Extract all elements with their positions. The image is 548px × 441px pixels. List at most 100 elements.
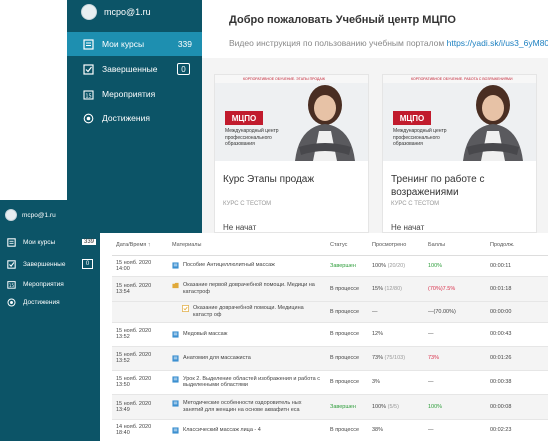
back-sidebar: mcpo@1.ru Мои курсы 339 Завершенные 0 15	[67, 0, 202, 233]
calendar-icon: 15	[7, 280, 16, 289]
doc-icon	[172, 400, 179, 407]
doc-icon	[172, 426, 179, 434]
check-doc-icon	[182, 305, 189, 312]
score-cell: —	[424, 370, 486, 395]
doc-icon	[172, 375, 179, 383]
course-count: 339	[81, 239, 96, 245]
table-row[interactable]: 15 нояб. 2020 13:50 Урок 2. Выделение обл…	[112, 370, 548, 395]
completed-badge: 0	[82, 259, 93, 269]
calendar-icon: 15	[82, 88, 94, 100]
score-cell: 100%	[424, 394, 486, 420]
sidebar-item-label: Достижения	[102, 113, 150, 123]
sidebar-item-my-courses[interactable]: Мои курсы 339	[0, 234, 100, 250]
material-title[interactable]: Медовый массаж	[183, 331, 227, 338]
column-header-materials[interactable]: Материалы	[168, 235, 326, 256]
avatar[interactable]	[5, 209, 17, 221]
viewed-value: 15%	[372, 285, 384, 292]
status-cell: В процессе	[326, 276, 368, 302]
score-cell: (70%)7.5%	[424, 276, 486, 302]
duration-cell: 00:00:38	[486, 370, 548, 395]
material-title[interactable]: Методические особенности оздоровитель ны…	[183, 400, 322, 413]
material-title[interactable]: Оказание доврачебной помощи. Медицина ка…	[193, 305, 322, 318]
viewed-extra: (5/5)	[387, 403, 399, 410]
row-time: 13:52	[116, 358, 130, 364]
viewed-value: 3%	[368, 370, 424, 395]
sidebar-item-label: Достижения	[23, 298, 60, 306]
checkbox-icon	[82, 63, 94, 75]
sidebar-item-achievements[interactable]: Достижения	[67, 106, 202, 130]
sidebar-item-label: Мои курсы	[102, 39, 145, 49]
material-title[interactable]: Урок 2. Выделение областей изображения и…	[183, 376, 322, 389]
doc-icon	[172, 330, 179, 338]
logo-caption: Международный центр профессионального об…	[393, 128, 447, 147]
award-icon	[7, 297, 16, 307]
sidebar-item-label: Мероприятия	[102, 89, 156, 99]
score-cell: 100%	[424, 255, 486, 277]
course-image: КОРПОРАТИВНОЕ ОБУЧЕНИЕ. РАБОТА С ВОЗРАЖЕ…	[383, 75, 536, 161]
sidebar-item-events[interactable]: 15 Мероприятия	[0, 276, 100, 292]
status-cell: В процессе	[326, 419, 368, 441]
book-icon	[82, 38, 94, 50]
table-row[interactable]: 15 нояб. 2020 13:49 Методические особенно…	[112, 394, 548, 420]
table-row[interactable]: 14 нояб. 2020 18:40 Классический массаж л…	[112, 419, 548, 441]
viewed-value: 100%	[372, 403, 387, 410]
front-user[interactable]: mcpo@1.ru	[5, 209, 56, 221]
user-email: mcpo@1.ru	[104, 7, 151, 17]
sidebar-item-label: Завершенные	[102, 64, 158, 74]
table-row-subitem[interactable]: Оказание доврачебной помощи. Медицина ка…	[112, 301, 548, 323]
row-time: 14:00	[116, 265, 130, 272]
table-row[interactable]: 15 нояб. 2020 13:52 Медовый массаж В проц…	[112, 322, 548, 347]
column-header-status[interactable]: Статус	[326, 235, 368, 256]
viewed-value: 38%	[368, 419, 424, 441]
duration-cell: 00:01:26	[486, 346, 548, 371]
avatar[interactable]	[81, 4, 97, 20]
duration-cell: 00:02:23	[486, 419, 548, 441]
column-header-viewed[interactable]: Просмотрено	[368, 235, 424, 256]
sidebar-item-events[interactable]: 15 Мероприятия	[67, 82, 202, 106]
score-cell: 73%	[424, 346, 486, 371]
back-user[interactable]: mcpo@1.ru	[81, 2, 151, 22]
sidebar-item-label: Мои курсы	[23, 238, 56, 246]
course-image: КОРПОРАТИВНОЕ ОБУЧЕНИЕ. ЭТАПЫ ПРОДАЖ МЦП…	[215, 75, 368, 161]
score-cell: —	[424, 419, 486, 441]
completed-badge: 0	[177, 63, 190, 75]
duration-cell: 00:01:18	[486, 276, 548, 302]
column-header-date[interactable]: Дата/Время ↑	[112, 235, 168, 256]
row-time: 13:52	[116, 334, 130, 340]
row-time: 13:50	[116, 382, 130, 388]
status-cell: В процессе	[326, 346, 368, 371]
course-title[interactable]: Курс Этапы продаж	[223, 173, 360, 201]
video-instruction-text: Видео инструкция по пользованию учебным …	[229, 38, 445, 48]
material-title[interactable]: Пособие Антицеллюлитный массаж	[183, 262, 275, 269]
book-icon	[7, 237, 16, 247]
table-row[interactable]: 15 нояб. 2020 13:52 Анатомия для массажис…	[112, 346, 548, 371]
row-time: 18:40	[116, 430, 130, 436]
column-header-duration[interactable]: Продолж.	[486, 235, 548, 256]
row-time: 13:49	[116, 406, 130, 413]
folder-icon	[172, 282, 179, 289]
mcpo-logo: МЦПО	[225, 111, 263, 125]
score-cell: —	[424, 322, 486, 347]
course-count: 339	[177, 39, 192, 49]
material-title[interactable]: Классический массаж лица - 4	[183, 427, 261, 434]
material-title[interactable]: Оказание первой доврачебной помощи. Меди…	[183, 282, 322, 295]
material-title[interactable]: Анатомия для массажиста	[183, 355, 251, 362]
row-time: 13:54	[116, 288, 130, 295]
sidebar-item-achievements[interactable]: Достижения	[0, 294, 100, 310]
front-sidebar: mcpo@1.ru Мои курсы 339 Завершенные 0 15	[0, 200, 100, 441]
status-cell: Завершен	[326, 255, 368, 277]
sidebar-item-completed[interactable]: Завершенные 0	[67, 57, 202, 81]
checkbox-icon	[7, 259, 16, 269]
sidebar-item-label: Завершенные	[23, 260, 66, 268]
logo-caption: Международный центр профессионального об…	[225, 128, 279, 147]
column-header-score[interactable]: Баллы	[424, 235, 486, 256]
course-title[interactable]: Тренинг по работе с возражениями	[391, 173, 528, 201]
table-row[interactable]: 15 нояб. 2020 13:54 Оказание первой довра…	[112, 276, 548, 302]
screenshot-stage: mcpo@1.ru Мои курсы 339 Завершенные 0 15	[0, 0, 548, 441]
table-row[interactable]: 15 нояб. 2020 14:00 Пособие Антицеллюлитн…	[112, 255, 548, 277]
sidebar-item-completed[interactable]: Завершенные 0	[0, 256, 100, 272]
duration-cell: 00:00:00	[486, 301, 548, 323]
viewed-value: 73%	[372, 355, 384, 361]
video-instruction-link[interactable]: https://yadi.sk/i/us3_6yM80Cnk6Q	[447, 38, 548, 48]
sidebar-item-my-courses[interactable]: Мои курсы 339	[67, 32, 202, 56]
